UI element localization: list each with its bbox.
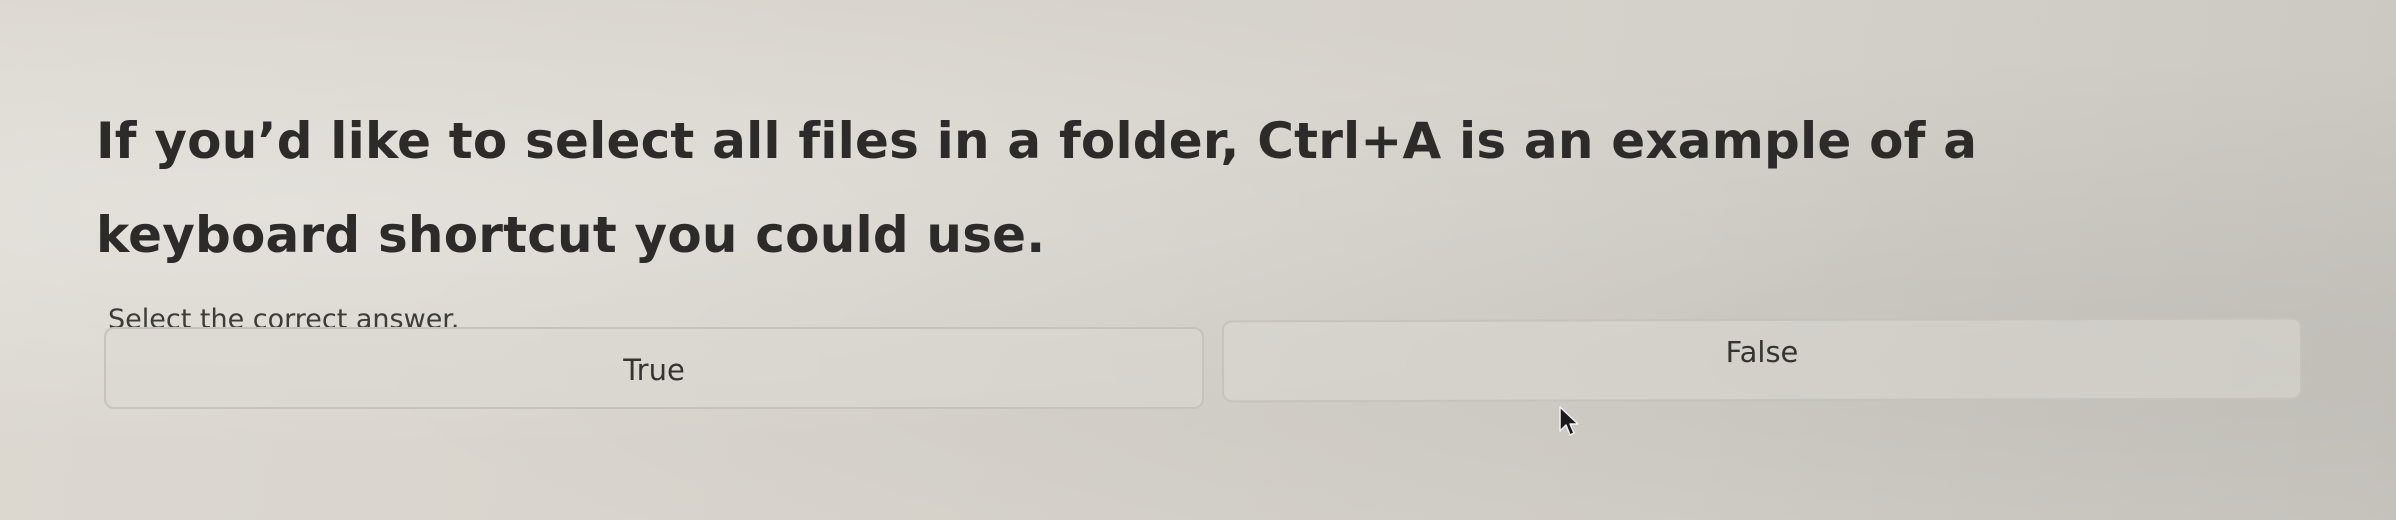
question-card: If you’d like to select all files in a f… — [20, 40, 2360, 510]
mouse-pointer-icon — [1559, 406, 1579, 436]
screen: If you’d like to select all files in a f… — [0, 0, 2396, 520]
answer-option-label: True — [623, 353, 685, 387]
answer-option-false[interactable]: False — [1221, 317, 2303, 403]
question-text: If you’d like to select all files in a f… — [96, 112, 1978, 264]
answer-option-true[interactable]: True — [104, 327, 1204, 409]
answer-option-label: False — [1725, 334, 1799, 370]
